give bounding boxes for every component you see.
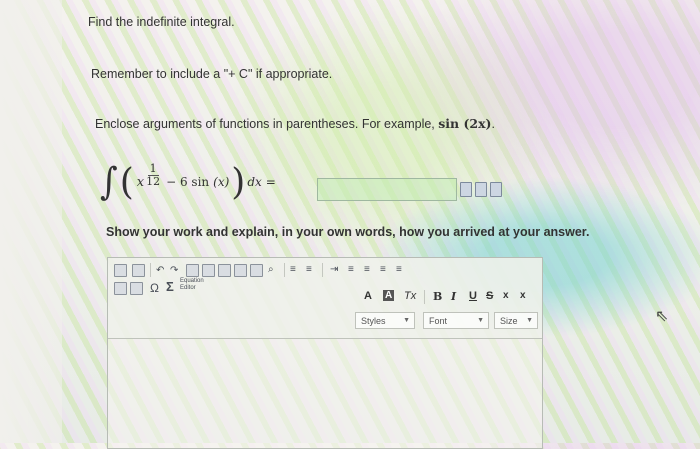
source-icon[interactable] [114, 264, 127, 277]
exponent-numerator: 1 [147, 161, 159, 176]
paste-text-icon[interactable] [234, 264, 247, 277]
equation-label-line1: Equation [180, 278, 204, 284]
work-instructions: Show your work and explain, in your own … [106, 225, 590, 239]
equation-label-line2: Editor [180, 285, 196, 291]
base-variable: x [136, 174, 145, 190]
separator [284, 263, 285, 277]
chevron-down-icon: ▼ [477, 317, 484, 324]
enclose-prefix: Enclose arguments of functions in parent… [95, 117, 439, 131]
equals-sign: = [265, 175, 276, 189]
editor-toolbar: ↶ ↷ ⌕ ≡ ≡ ⇥ ≡ ≡ ≡ ≡ Ω Σ Equation Editor … [108, 258, 542, 339]
paste-word-icon[interactable] [250, 264, 263, 277]
underline-button[interactable]: U [469, 290, 477, 302]
editor-text-area[interactable] [108, 339, 542, 447]
equation-editor-button[interactable]: Equation Editor [180, 278, 204, 292]
sine-argument: (x) [213, 175, 230, 189]
equation-sigma-button[interactable]: Σ [166, 280, 174, 293]
special-char-button[interactable]: Ω [150, 282, 159, 294]
integral-sign: ∫ [100, 160, 118, 204]
italic-button[interactable]: I [451, 290, 456, 303]
strikethrough-button[interactable]: S [486, 290, 493, 302]
remember-constant-hint: Remember to include a "+ C" if appropria… [91, 67, 333, 81]
paste-icon[interactable] [218, 264, 231, 277]
enclose-arguments-hint: Enclose arguments of functions in parent… [95, 116, 495, 131]
styles-select[interactable]: Styles ▼ [355, 312, 415, 329]
grid-icon[interactable] [460, 182, 472, 197]
separator [424, 290, 425, 304]
bullet-list-icon[interactable]: ≡ [306, 264, 312, 276]
bold-button[interactable]: B [433, 290, 442, 303]
redo-icon[interactable]: ↷ [170, 265, 178, 277]
example-expression: sin (2x) [438, 116, 492, 131]
screen-edge [0, 0, 62, 443]
exponent-denominator: 12 [146, 174, 161, 188]
mouse-pointer-icon: ⇖ [655, 308, 669, 325]
undo-icon[interactable]: ↶ [156, 265, 164, 277]
exponent-fraction: 1 12 [146, 161, 161, 188]
superscript-button[interactable]: x [520, 290, 526, 301]
align-left-icon[interactable]: ≡ [348, 264, 354, 276]
equation-icon[interactable] [475, 182, 487, 197]
question-prompt: Find the indefinite integral. [88, 15, 235, 29]
font-label: Font [429, 315, 448, 326]
size-select[interactable]: Size ▼ [494, 312, 538, 329]
fullscreen-icon[interactable] [132, 264, 145, 277]
page-icon[interactable] [490, 182, 502, 197]
align-right-icon[interactable]: ≡ [380, 264, 386, 276]
align-justify-icon[interactable]: ≡ [396, 264, 402, 276]
styles-label: Styles [361, 315, 386, 326]
horizontal-rule-icon[interactable] [114, 282, 127, 295]
answer-input[interactable] [317, 178, 457, 201]
integral-expression: ∫ ( x 1 12 − 6 sin (x) ) dx = [100, 160, 278, 204]
close-paren: ) [231, 161, 246, 203]
copy-icon[interactable] [202, 264, 215, 277]
answer-tools [460, 182, 502, 197]
find-icon[interactable]: ⌕ [268, 264, 274, 276]
align-center-icon[interactable]: ≡ [364, 264, 370, 276]
remove-format-button[interactable]: Tx [404, 290, 416, 302]
open-paren: ( [119, 161, 134, 203]
chevron-down-icon: ▼ [526, 317, 533, 324]
separator [322, 263, 323, 277]
font-select[interactable]: Font ▼ [423, 312, 489, 329]
enclose-suffix: . [491, 117, 495, 131]
font-color-button[interactable]: A [364, 290, 372, 302]
subscript-button[interactable]: x [503, 290, 509, 301]
minus-sine-term: − 6 sin [166, 175, 210, 189]
cut-icon[interactable] [186, 264, 199, 277]
bg-color-button[interactable]: A [383, 290, 395, 301]
table-icon[interactable] [130, 282, 143, 295]
separator [150, 263, 151, 277]
rich-text-editor: ↶ ↷ ⌕ ≡ ≡ ⇥ ≡ ≡ ≡ ≡ Ω Σ Equation Editor … [107, 257, 543, 449]
indent-icon[interactable]: ⇥ [330, 264, 338, 276]
chevron-down-icon: ▼ [403, 317, 410, 324]
size-label: Size [500, 315, 518, 326]
numbered-list-icon[interactable]: ≡ [290, 264, 296, 276]
differential: dx [247, 175, 262, 189]
